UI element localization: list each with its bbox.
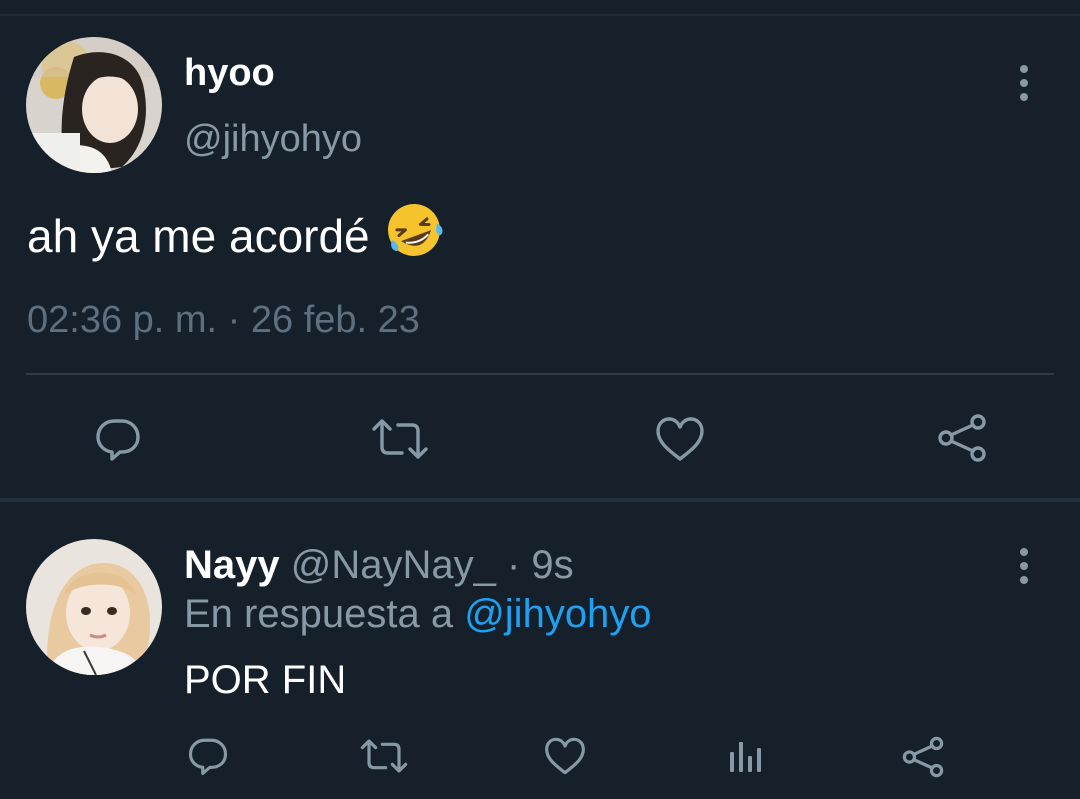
avatar[interactable] xyxy=(26,539,162,675)
retweet-icon[interactable] xyxy=(370,414,430,464)
tweet-timestamp: 02:36 p. m. · 26 feb. 23 xyxy=(27,299,420,341)
tweet-separator xyxy=(0,498,1080,502)
display-name[interactable]: hyoo xyxy=(184,50,275,96)
user-handle-and-time[interactable]: @NayNay_ · 9s xyxy=(291,543,574,587)
avatar[interactable] xyxy=(26,37,162,173)
reply-icon[interactable] xyxy=(92,414,144,464)
reply-header: Nayy @NayNay_ · 9s xyxy=(184,541,574,589)
more-options-icon[interactable] xyxy=(1018,65,1030,101)
share-icon[interactable] xyxy=(900,734,946,780)
rolling-on-the-floor-laughing-emoji-icon xyxy=(384,200,444,272)
tweet-text-content: ah ya me acordé xyxy=(27,210,370,262)
replying-to-link[interactable]: @jihyohyo xyxy=(464,592,651,636)
reply-icon[interactable] xyxy=(186,734,230,778)
top-divider xyxy=(0,14,1080,16)
like-icon[interactable] xyxy=(542,734,588,778)
replying-to-label: En respuesta a xyxy=(184,592,465,636)
reply-text: POR FIN xyxy=(184,658,347,702)
retweet-icon[interactable] xyxy=(358,734,410,778)
tweet-text: ah ya me acordé xyxy=(27,200,444,272)
display-name[interactable]: Nayy xyxy=(184,543,280,587)
more-options-icon[interactable] xyxy=(1018,548,1030,584)
share-icon[interactable] xyxy=(936,412,988,464)
user-handle[interactable]: @jihyohyo xyxy=(184,116,362,162)
analytics-icon[interactable] xyxy=(724,736,764,776)
like-icon[interactable] xyxy=(654,414,706,464)
tweet-thread-screen: hyoo @jihyohyo ah ya me acordé 02:36 p. … xyxy=(0,0,1080,799)
replying-to-line: En respuesta a @jihyohyo xyxy=(184,590,652,638)
divider xyxy=(26,373,1054,375)
